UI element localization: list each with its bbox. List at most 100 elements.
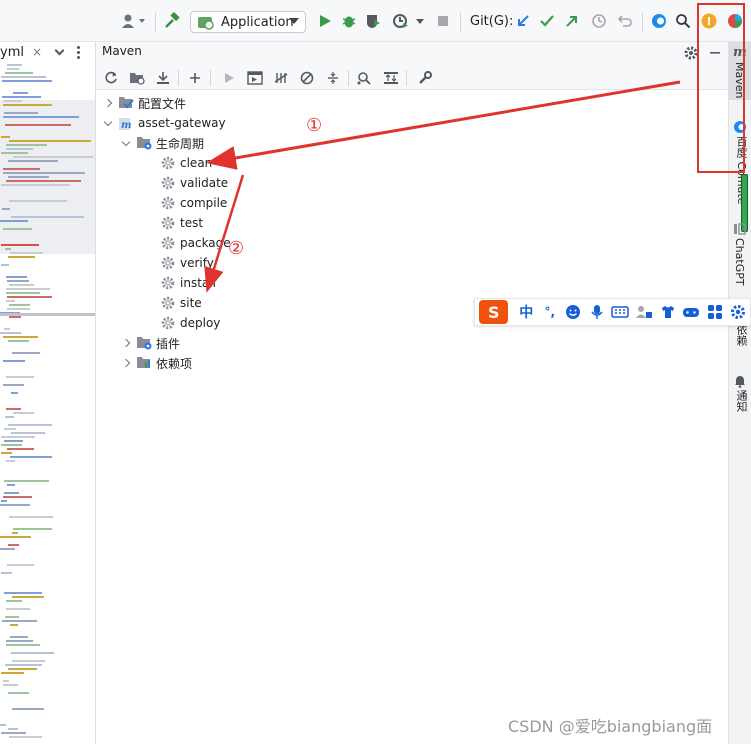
minimap-line xyxy=(4,112,38,114)
minimap-line xyxy=(3,116,79,118)
git-update-icon[interactable] xyxy=(514,11,532,31)
lifecycle-folder-icon xyxy=(136,135,152,151)
run-configuration-select[interactable]: Application xyxy=(190,11,306,33)
lifecycle-goal-clean[interactable]: clean xyxy=(156,153,212,173)
expand-arrow-icon[interactable] xyxy=(120,337,132,349)
ime-chinese-mode[interactable]: 中 xyxy=(514,300,538,324)
chevron-down-icon[interactable] xyxy=(54,45,65,55)
user-account-icon[interactable] xyxy=(120,11,148,31)
download-sources-icon[interactable] xyxy=(154,70,172,86)
keyboard-icon[interactable] xyxy=(609,300,633,324)
reload-icon[interactable] xyxy=(102,70,120,86)
chatgpt-icon[interactable] xyxy=(733,222,747,239)
minimap-line xyxy=(3,168,40,170)
skin-shirt-icon[interactable] xyxy=(656,300,680,324)
maven-module-icon: m xyxy=(118,115,134,131)
maven-toolbar xyxy=(96,66,728,90)
minimap-line xyxy=(3,680,9,682)
run-maven-build-icon[interactable] xyxy=(220,70,238,86)
tree-node-lifecycle[interactable]: 生命周期 xyxy=(120,133,204,153)
minimap-line xyxy=(8,256,35,258)
tree-node-plugins[interactable]: 插件 xyxy=(120,333,180,353)
plugins-folder-icon xyxy=(136,335,152,351)
collapse-all-icon[interactable] xyxy=(324,70,342,86)
lifecycle-goal-package[interactable]: package xyxy=(156,233,231,253)
add-project-icon[interactable] xyxy=(186,70,204,86)
minimap-line xyxy=(1,452,12,454)
run-with-coverage-icon[interactable] xyxy=(364,11,382,31)
debug-bug-icon[interactable] xyxy=(340,11,358,31)
sogou-logo-icon[interactable]: S xyxy=(479,300,509,324)
main-toolbar: Application Git(G): xyxy=(0,0,751,42)
execute-maven-goal-icon[interactable] xyxy=(246,70,264,86)
toggle-offline-mode-icon[interactable] xyxy=(272,70,290,86)
search-icon[interactable] xyxy=(674,11,692,31)
generate-sources-folder-icon[interactable] xyxy=(128,70,146,86)
lifecycle-goal-validate[interactable]: validate xyxy=(156,173,228,193)
lifecycle-goal-verify[interactable]: verify xyxy=(156,253,214,273)
minimap-line xyxy=(1,264,9,266)
stop-icon[interactable] xyxy=(436,11,450,31)
toolbox-grid-icon[interactable] xyxy=(703,300,727,324)
profiler-icon[interactable] xyxy=(392,11,410,31)
minimap-line xyxy=(3,336,38,338)
minimap-line xyxy=(4,592,42,594)
wrench-settings-icon[interactable] xyxy=(416,70,434,86)
microphone-icon[interactable] xyxy=(585,300,609,324)
dependency-analyzer-label[interactable]: 依赖 xyxy=(733,324,749,346)
notifications-label[interactable]: 通知 xyxy=(733,390,749,412)
minimap-line xyxy=(6,180,81,182)
minimap-line xyxy=(1,152,28,154)
history-clock-icon[interactable] xyxy=(590,11,608,31)
chatgpt-tool-window-label[interactable]: ChatGPT xyxy=(733,238,746,286)
minimap-line xyxy=(7,308,30,310)
analyze-dependencies-icon[interactable] xyxy=(382,70,400,86)
comate-logo-icon[interactable] xyxy=(650,11,668,31)
tree-node-dependencies[interactable]: 依赖项 xyxy=(120,353,192,373)
minimap-line xyxy=(3,360,25,362)
settings-gear-icon[interactable] xyxy=(727,300,751,324)
show-dependencies-icon[interactable] xyxy=(356,70,374,86)
more-options-icon[interactable] xyxy=(77,45,81,59)
minimap-line xyxy=(8,544,19,546)
collapse-arrow-icon[interactable] xyxy=(120,137,132,149)
maven-project-tree: 配置文件 m asset-gateway 生命周期 clean validate c… xyxy=(96,92,728,744)
tree-node-project[interactable]: m asset-gateway xyxy=(102,113,226,133)
rollback-undo-icon[interactable] xyxy=(616,11,634,31)
run-icon[interactable] xyxy=(316,11,334,31)
lifecycle-goal-deploy[interactable]: deploy xyxy=(156,313,220,333)
tree-node-config-files[interactable]: 配置文件 xyxy=(102,93,186,113)
minimap-line xyxy=(10,636,28,638)
skip-tests-icon[interactable] xyxy=(298,70,316,86)
close-icon[interactable]: × xyxy=(32,45,42,59)
game-controller-icon[interactable] xyxy=(679,300,703,324)
notifications-bell-icon[interactable] xyxy=(733,374,747,391)
annotation-step-one: ① xyxy=(306,115,323,136)
lifecycle-goal-test[interactable]: test xyxy=(156,213,203,233)
minimap-line xyxy=(4,492,19,494)
collapse-arrow-icon[interactable] xyxy=(102,117,114,129)
minimap-line xyxy=(4,480,49,482)
lifecycle-goal-label: package xyxy=(180,236,231,250)
editor-tab-yml[interactable]: yml × xyxy=(0,42,95,62)
minimap-line xyxy=(11,392,18,394)
lifecycle-goal-site[interactable]: site xyxy=(156,293,202,313)
lifecycle-goal-install[interactable]: install xyxy=(156,273,216,293)
minimap-line xyxy=(5,416,14,418)
build-hammer-icon[interactable] xyxy=(162,11,182,31)
minimap-line xyxy=(0,724,6,726)
minimap-line xyxy=(8,668,37,670)
git-push-icon[interactable] xyxy=(563,11,581,31)
more-run-options-chevron-icon[interactable] xyxy=(414,11,426,31)
minimap-line xyxy=(7,280,29,282)
expand-arrow-icon[interactable] xyxy=(120,357,132,369)
lifecycle-goal-compile[interactable]: compile xyxy=(156,193,227,213)
expand-arrow-icon[interactable] xyxy=(102,97,114,109)
git-commit-check-icon[interactable] xyxy=(538,11,556,31)
emoji-icon[interactable] xyxy=(562,300,586,324)
ime-punctuation[interactable]: °, xyxy=(538,300,562,324)
gear-icon xyxy=(160,315,176,331)
minimap-line xyxy=(12,352,40,354)
minimap-line xyxy=(2,96,41,98)
user-card-icon[interactable] xyxy=(632,300,656,324)
